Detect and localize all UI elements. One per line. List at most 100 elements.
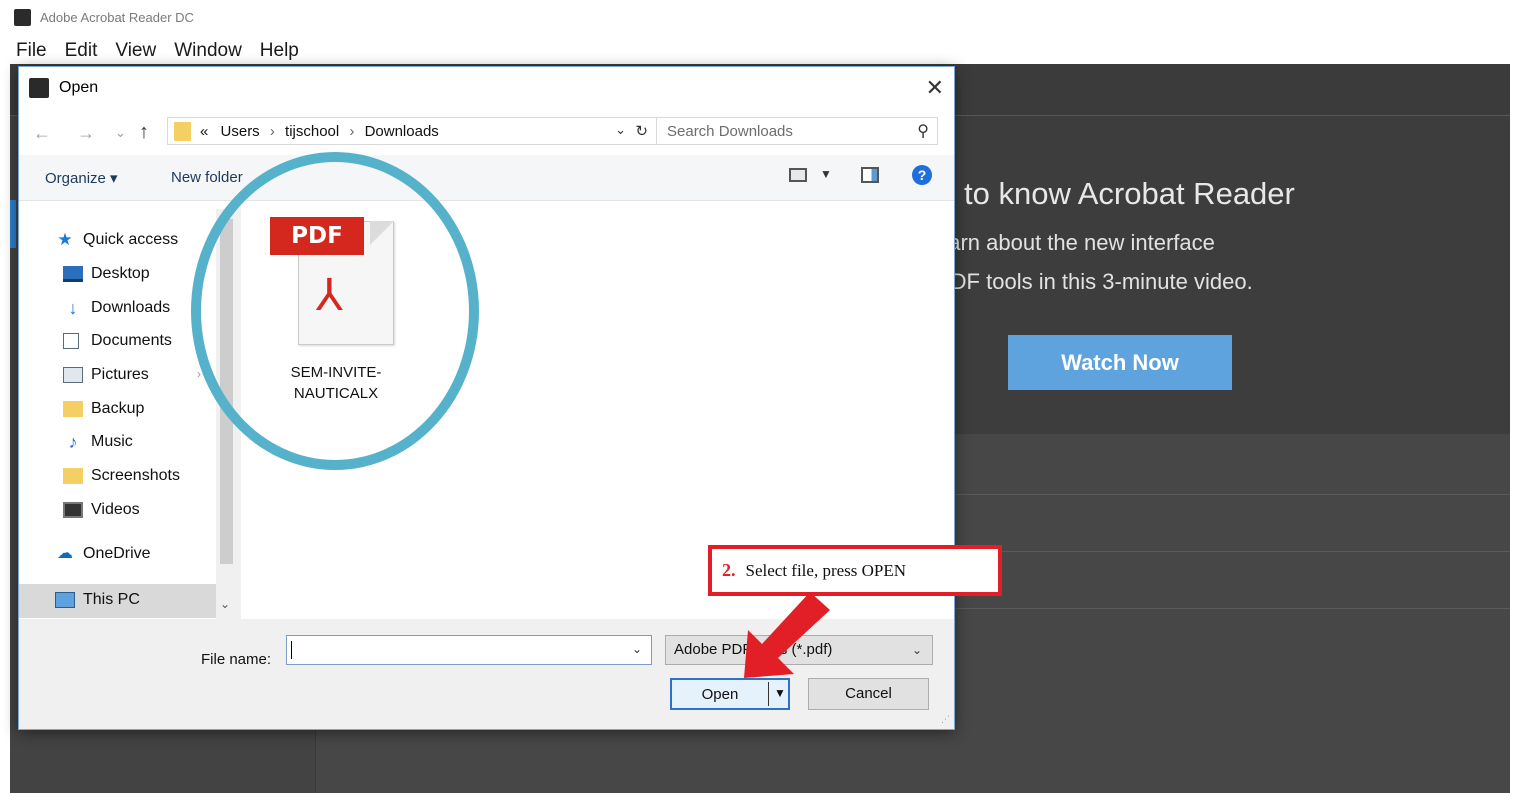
help-icon[interactable]: ? (912, 165, 932, 185)
close-icon[interactable]: ✕ (926, 75, 944, 101)
file-name-label: File name: (201, 651, 272, 668)
back-arrow-icon[interactable]: ← (33, 123, 51, 144)
menu-help[interactable]: Help (260, 38, 299, 64)
sidebar-item-label: Quick access (83, 231, 179, 248)
sidebar-item-backup[interactable]: Backup (63, 400, 144, 418)
refresh-icon[interactable]: ↻ (635, 122, 648, 140)
chevron-down-icon: ⌄ (911, 643, 922, 657)
sidebar-item-quick-access[interactable]: ★ Quick access (55, 231, 178, 249)
pin-icon: › (197, 301, 201, 315)
open-dialog: Open ✕ ← → ⌄ ↑ « Users › tijschool › Dow… (18, 66, 955, 730)
sidebar-item-pictures[interactable]: Pictures (63, 366, 149, 384)
chevron-right-icon: › (349, 123, 355, 140)
search-box[interactable]: Search Downloads ⚲ (656, 117, 938, 145)
app-titlebar: Adobe Acrobat Reader DC (0, 0, 1513, 36)
star-icon: ★ (57, 230, 73, 249)
pin-icon: › (197, 367, 201, 381)
chevron-right-icon: › (269, 123, 275, 140)
search-icon: ⚲ (917, 123, 929, 140)
preview-pane-icon[interactable] (861, 167, 879, 183)
scrollbar-thumb[interactable] (220, 219, 233, 564)
menu-view[interactable]: View (115, 38, 156, 64)
menu-file[interactable]: File (16, 38, 47, 64)
breadcrumb-users[interactable]: Users (221, 123, 260, 140)
callout-text: Select file, press OPEN (745, 560, 907, 580)
app-title: Adobe Acrobat Reader DC (40, 10, 194, 25)
forward-arrow-icon[interactable]: → (77, 123, 95, 144)
instruction-callout: 2. Select file, press OPEN (708, 545, 1002, 596)
change-view-icon[interactable] (789, 168, 807, 182)
menubar: File Edit View Window Help (0, 38, 1513, 64)
sidebar-item-screenshots[interactable]: Screenshots (63, 467, 180, 485)
split-divider (768, 682, 769, 706)
watch-now-button[interactable]: Watch Now (1008, 335, 1232, 390)
file-type-value: Adobe PDF Files (*.pdf) (674, 641, 833, 658)
open-options-dropdown-icon[interactable]: ▼ (774, 686, 786, 700)
sidebar-item-this-pc[interactable]: This PC (55, 591, 140, 609)
sidebar-item-documents[interactable]: Documents (63, 332, 172, 350)
breadcrumb-tijschool[interactable]: tijschool (285, 123, 339, 140)
sidebar-item-label: Music (91, 433, 133, 450)
sidebar-item-videos[interactable]: Videos (63, 501, 140, 519)
pictures-icon (63, 367, 83, 383)
sidebar-item-label: Documents (91, 332, 172, 349)
file-name-line: SEM-INVITE- (290, 364, 382, 381)
callout-step-number: 2. (722, 560, 736, 580)
navigation-scrollbar[interactable]: ⌄ (216, 209, 236, 619)
file-name-line: NAUTICALX (293, 385, 379, 402)
breadcrumb-overflow[interactable]: « (200, 123, 208, 140)
sidebar-item-downloads[interactable]: ↓ Downloads (63, 299, 171, 317)
computer-icon (55, 592, 75, 608)
menu-edit[interactable]: Edit (65, 38, 98, 64)
chevron-down-icon[interactable]: ⌄ (615, 122, 626, 138)
menu-window[interactable]: Window (174, 38, 242, 64)
sidebar-item-label: Videos (91, 501, 140, 518)
welcome-line-1: earn about the new interface (936, 230, 1215, 255)
search-input[interactable]: Search Downloads (667, 123, 793, 140)
acrobat-logo-icon (14, 9, 31, 26)
sidebar-item-music[interactable]: ♪ Music (63, 433, 133, 451)
callout-body: 2. Select file, press OPEN (712, 549, 998, 592)
scroll-down-icon[interactable]: ⌄ (220, 597, 230, 611)
sidebar-item-label: OneDrive (83, 545, 151, 562)
organize-button[interactable]: Organize ▾ (45, 169, 118, 187)
new-folder-button[interactable]: New folder (171, 169, 243, 186)
pdf-file-item[interactable]: PDF ⅄ (270, 215, 394, 345)
folder-icon (174, 122, 191, 141)
sidebar-item-label: Pictures (91, 366, 149, 383)
open-button[interactable]: Open ▼ (670, 678, 790, 710)
chevron-down-icon[interactable]: ⌄ (632, 642, 642, 656)
sidebar-item-label: Screenshots (91, 467, 180, 484)
page-fold (370, 221, 394, 245)
sidebar-item-label: Desktop (91, 265, 150, 282)
reader-left-accent (10, 200, 16, 248)
view-options-dropdown-icon[interactable]: ▼ (820, 167, 832, 181)
music-icon: ♪ (68, 432, 78, 452)
acrobat-icon (29, 78, 49, 98)
pin-icon: › (197, 334, 201, 348)
up-arrow-icon[interactable]: ↑ (139, 121, 149, 144)
recent-locations-icon[interactable]: ⌄ (115, 125, 126, 141)
sidebar-item-desktop[interactable]: Desktop (63, 265, 150, 283)
sidebar-item-onedrive[interactable]: ☁ OneDrive (55, 545, 151, 563)
address-bar[interactable]: « Users › tijschool › Downloads ⌄ ↻ (167, 117, 657, 145)
breadcrumb-downloads[interactable]: Downloads (365, 123, 439, 140)
file-name-text[interactable]: SEM-INVITE- NAUTICALX (256, 362, 416, 404)
folder-icon (63, 468, 83, 484)
breadcrumb: « Users › tijschool › Downloads (200, 123, 439, 140)
desktop-icon (63, 266, 83, 282)
dialog-titlebar: Open ✕ (19, 67, 954, 111)
cloud-icon: ☁ (57, 545, 73, 562)
dialog-toolbar: Organize ▾ New folder ▼ ? (19, 155, 954, 201)
resize-grip-icon[interactable]: ⋰ (941, 714, 950, 725)
pdf-badge: PDF (270, 217, 364, 255)
sidebar-item-label: Backup (91, 400, 145, 417)
file-name-field[interactable] (286, 635, 652, 665)
dialog-title: Open (59, 79, 99, 96)
document-icon (63, 333, 79, 349)
welcome-title: to know Acrobat Reader (964, 176, 1295, 211)
file-type-select[interactable]: Adobe PDF Files (*.pdf) ⌄ (665, 635, 933, 665)
text-caret (291, 641, 292, 659)
acrobat-swirl-icon: ⅄ (316, 271, 343, 320)
cancel-button[interactable]: Cancel (808, 678, 929, 710)
